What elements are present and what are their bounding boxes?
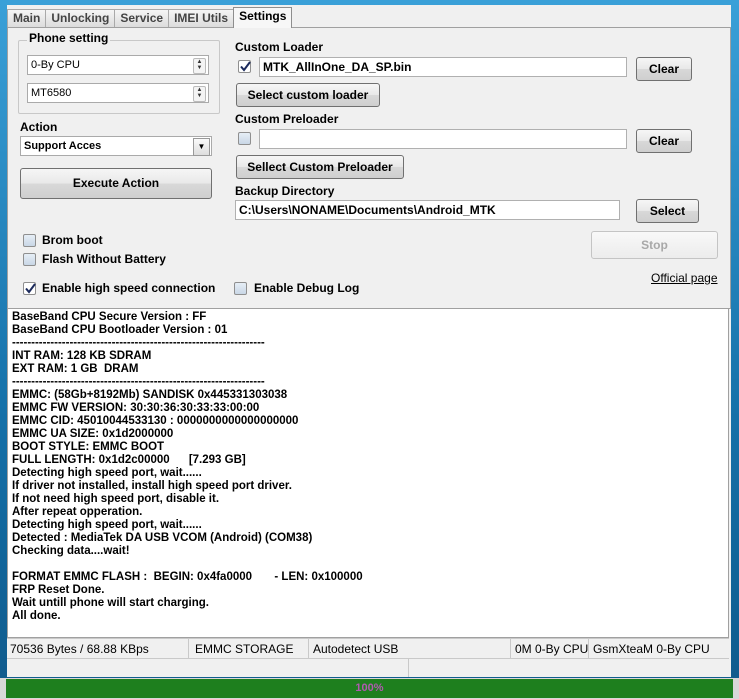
custom-preloader-checkbox[interactable] — [238, 132, 251, 145]
custom-loader-field[interactable]: MTK_AllInOne_DA_SP.bin — [259, 57, 627, 77]
cpu-combo-value: 0-By CPU — [31, 59, 80, 71]
checkmark-icon — [240, 61, 251, 72]
execute-action-button[interactable]: Execute Action — [20, 168, 212, 199]
debug-log-label: Enable Debug Log — [254, 281, 360, 295]
status-product: GsmXteaM 0-By CPU — [593, 642, 710, 656]
log-line: If driver not installed, install high sp… — [12, 480, 292, 492]
tab-service[interactable]: Service — [114, 9, 170, 27]
tab-imei-utils[interactable]: IMEI Utils — [168, 9, 235, 27]
log-line: All done. — [12, 610, 61, 622]
stop-button[interactable]: Stop — [591, 231, 718, 259]
backup-directory-field[interactable]: C:\Users\NONAME\Documents\Android_MTK — [235, 200, 620, 220]
spin-arrows-icon[interactable]: ▲ ▼ — [193, 86, 206, 102]
log-line: FORMAT EMMC FLASH : BEGIN: 0x4fa0000 - L… — [12, 571, 363, 583]
tab-unlocking[interactable]: Unlocking — [45, 9, 116, 27]
brom-boot-label: Brom boot — [42, 233, 103, 247]
log-line: EMMC CID: 45010044533130 : 0000000000000… — [12, 415, 299, 427]
log-line: Wait untill phone will start charging. — [12, 597, 209, 609]
log-line: INT RAM: 128 KB SDRAM — [12, 350, 152, 362]
settings-panel: Phone setting 0-By CPU ▲ ▼ MT6580 ▲ ▼ Acti… — [7, 27, 731, 309]
high-speed-label: Enable high speed connection — [42, 281, 216, 295]
log-line: ----------------------------------------… — [12, 337, 265, 349]
status-secondary-segment — [7, 659, 409, 677]
log-line: Checking data....wait! — [12, 545, 130, 557]
select-custom-preloader-button[interactable]: Sellect Custom Preloader — [236, 155, 404, 179]
checkmark-icon — [25, 283, 36, 294]
log-line: After repeat opperation. — [12, 506, 143, 518]
chip-combo[interactable]: MT6580 ▲ ▼ — [27, 83, 209, 103]
log-line: Detecting high speed port, wait...... — [12, 467, 202, 479]
backup-directory-label: Backup Directory — [235, 184, 335, 198]
log-line: BaseBand CPU Bootloader Version : 01 — [12, 324, 228, 336]
log-output[interactable]: BaseBand CPU Secure Version : FF BaseBand… — [7, 308, 729, 638]
spin-arrows-icon[interactable]: ▲ ▼ — [193, 58, 206, 74]
high-speed-checkbox[interactable] — [23, 282, 36, 295]
dropdown-arrow-icon[interactable]: ▼ — [193, 138, 210, 156]
tab-main[interactable]: Main — [7, 9, 47, 27]
status-bar: 70536 Bytes / 68.88 KBps EMMC STORAGE Au… — [7, 638, 729, 659]
custom-preloader-label: Custom Preloader — [235, 112, 339, 126]
status-bar-secondary — [7, 658, 729, 677]
custom-loader-label: Custom Loader — [235, 40, 324, 54]
phone-setting-legend: Phone setting — [27, 31, 111, 45]
log-line: Detected : MediaTek DA USB VCOM (Android… — [12, 532, 313, 544]
cpu-combo[interactable]: 0-By CPU ▲ ▼ — [27, 55, 209, 75]
log-line: BOOT STYLE: EMMC BOOT — [12, 441, 165, 453]
flash-without-battery-checkbox[interactable] — [23, 253, 36, 266]
chip-combo-value: MT6580 — [31, 87, 72, 99]
official-page-link[interactable]: Official page — [651, 271, 718, 285]
tab-bar: Main Unlocking Service IMEI Utils Settin… — [7, 7, 293, 28]
log-line: EXT RAM: 1 GB DRAM — [12, 363, 139, 375]
custom-loader-checkbox[interactable] — [238, 60, 251, 73]
flash-without-battery-label: Flash Without Battery — [42, 252, 166, 266]
custom-preloader-clear-button[interactable]: Clear — [636, 129, 692, 153]
custom-loader-clear-button[interactable]: Clear — [636, 57, 692, 81]
log-line: ----------------------------------------… — [12, 376, 265, 388]
status-memory: 0M 0-By CPU — [511, 639, 589, 659]
progress-text: 100% — [355, 682, 384, 694]
select-custom-loader-button[interactable]: Select custom loader — [236, 83, 380, 107]
backup-directory-select-button[interactable]: Select — [636, 199, 699, 223]
log-line: FULL LENGTH: 0x1d2c00000 [7.293 GB] — [12, 454, 246, 466]
log-line: EMMC: (58Gb+8192Mb) SANDISK 0x4453313030… — [12, 389, 288, 401]
progress-bar: 100% — [0, 678, 739, 699]
status-storage: EMMC STORAGE — [189, 639, 309, 659]
log-line: Detecting high speed port, wait...... — [12, 519, 202, 531]
log-line: If not need high speed port, disable it. — [12, 493, 220, 505]
log-line: EMMC UA SIZE: 0x1d2000000 — [12, 428, 174, 440]
action-select-value: Support Acces — [24, 140, 102, 152]
main-window: Main Unlocking Service IMEI Utils Settin… — [7, 5, 731, 677]
status-transfer: 70536 Bytes / 68.88 KBps — [7, 639, 189, 659]
tab-settings[interactable]: Settings — [233, 7, 293, 28]
action-label: Action — [20, 120, 58, 134]
log-line: FRP Reset Done. — [12, 584, 105, 596]
brom-boot-checkbox[interactable] — [23, 234, 36, 247]
log-line: BaseBand CPU Secure Version : FF — [12, 311, 207, 323]
log-line: EMMC FW VERSION: 30:30:36:30:33:33:00:00 — [12, 402, 260, 414]
status-port: Autodetect USB — [309, 639, 511, 659]
action-select[interactable]: Support Acces ▼ — [20, 136, 212, 156]
debug-log-checkbox[interactable] — [234, 282, 247, 295]
custom-preloader-field[interactable] — [259, 129, 627, 149]
